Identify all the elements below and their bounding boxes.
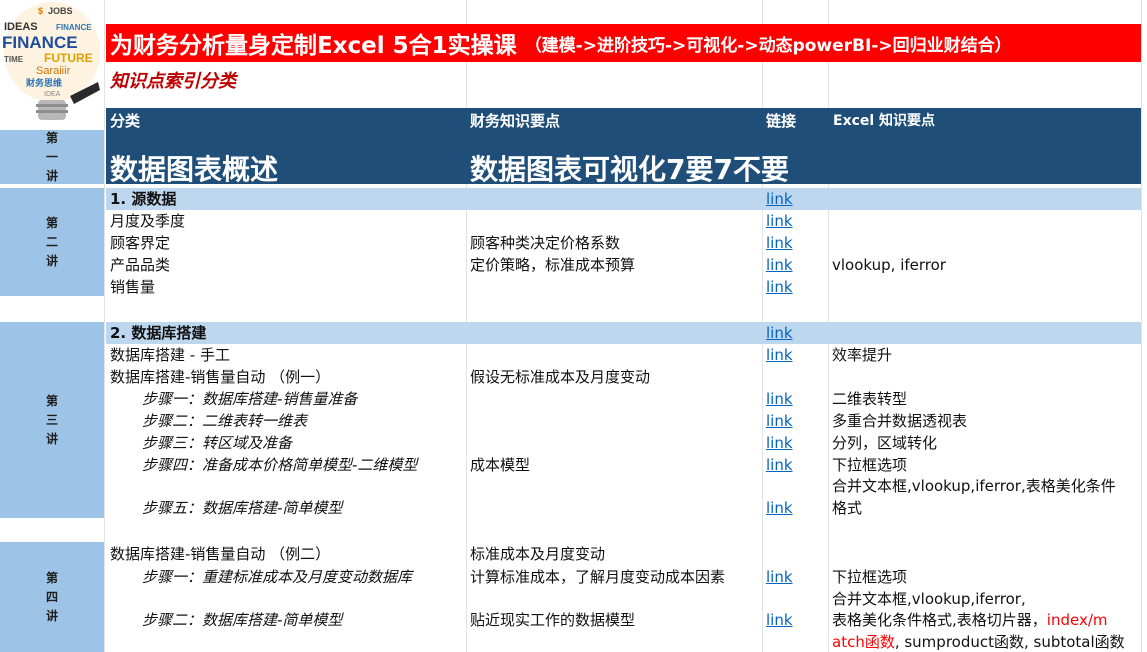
row-link[interactable]: link bbox=[766, 610, 793, 630]
svg-text:IDEA: IDEA bbox=[44, 91, 61, 98]
step-item: 步骤四：准备成本价格简单模型-二维模型 bbox=[142, 456, 418, 474]
section-title: 2. 数据库搭建 bbox=[110, 324, 207, 342]
section-title: 1. 源数据 bbox=[110, 190, 177, 208]
lecture-1-label: 第一讲 bbox=[0, 130, 104, 184]
list-item: 数据库搭建-销售量自动 （例一） bbox=[110, 368, 331, 386]
lecture-3-label: 第三讲 bbox=[0, 322, 104, 518]
lightbulb-word-cloud-icon: $ JOBS IDEAS FINANCE FINANCE TIME FUTURE… bbox=[2, 2, 100, 120]
finance-point: 成本模型 bbox=[470, 456, 531, 474]
section-link[interactable]: link bbox=[766, 323, 793, 343]
row-link[interactable]: link bbox=[766, 255, 793, 275]
list-item: 销售量 bbox=[110, 278, 156, 296]
finance-point: 计算标准成本，了解月度变动成本因素 bbox=[470, 568, 726, 586]
row-link[interactable]: link bbox=[766, 411, 793, 431]
row-link[interactable]: link bbox=[766, 233, 793, 253]
step-item: 步骤二：二维表转一维表 bbox=[142, 412, 308, 430]
grid-line bbox=[104, 0, 105, 652]
list-item: 数据库搭建-销售量自动 （例二） bbox=[110, 545, 331, 563]
header-category: 分类 bbox=[110, 112, 141, 130]
svg-text:财务思维: 财务思维 bbox=[25, 77, 62, 89]
table-header: 分类 财务知识要点 链接 Excel 知识要点 bbox=[106, 108, 1141, 130]
course-title: 为财务分析量身定制Excel 5合1实操课 bbox=[110, 33, 517, 59]
step-item: 步骤一：重建标准成本及月度变动数据库 bbox=[142, 568, 413, 586]
excel-point: 效率提升 bbox=[832, 346, 893, 364]
step-item: 步骤二：数据库搭建-简单模型 bbox=[142, 611, 343, 629]
svg-text:$: $ bbox=[38, 6, 43, 16]
lecture-1-finance: 数据图表可视化7要7不要 bbox=[470, 153, 789, 186]
svg-text:TIME: TIME bbox=[4, 55, 24, 64]
course-modules: （建模->进阶技巧->可视化->动态powerBI->回归业财结合） bbox=[524, 35, 1012, 56]
excel-point: vlookup, iferror bbox=[832, 256, 946, 274]
row-link[interactable]: link bbox=[766, 567, 793, 587]
svg-text:JOBS: JOBS bbox=[48, 6, 73, 16]
lecture-4-label: 第四讲 bbox=[0, 542, 104, 652]
grid-line bbox=[1141, 0, 1142, 652]
excel-point: 多重合并数据透视表 bbox=[832, 412, 968, 430]
section-link[interactable]: link bbox=[766, 189, 793, 209]
row-link[interactable]: link bbox=[766, 345, 793, 365]
header-finance: 财务知识要点 bbox=[470, 112, 561, 130]
lecture-1-row: 数据图表概述 数据图表可视化7要7不要 bbox=[106, 130, 1141, 186]
excel-point-highlight: index/m bbox=[1046, 611, 1108, 629]
row-link[interactable]: link bbox=[766, 498, 793, 518]
row-link[interactable]: link bbox=[766, 455, 793, 475]
lecture-2-label: 第二讲 bbox=[0, 188, 104, 296]
row-link[interactable]: link bbox=[766, 277, 793, 297]
excel-point: 分列，区域转化 bbox=[832, 434, 938, 452]
excel-point: 格式 bbox=[832, 499, 863, 517]
excel-point-highlight: atch函数 bbox=[832, 633, 895, 651]
excel-point: 二维表转型 bbox=[832, 390, 908, 408]
excel-point: 下拉框选项 bbox=[832, 568, 908, 586]
index-subtitle: 知识点索引分类 bbox=[110, 71, 236, 92]
row-link[interactable]: link bbox=[766, 389, 793, 409]
excel-point: 表格美化条件格式,表格切片器，index/m bbox=[832, 611, 1108, 629]
finance-point: 标准成本及月度变动 bbox=[470, 545, 606, 563]
finance-logo: $ JOBS IDEAS FINANCE FINANCE TIME FUTURE… bbox=[0, 0, 104, 128]
excel-point: atch函数, sumproduct函数, subtotal函数 bbox=[832, 633, 1125, 651]
finance-point: 假设无标准成本及月度变动 bbox=[470, 368, 651, 386]
step-item: 步骤五：数据库搭建-简单模型 bbox=[142, 499, 343, 517]
header-excel: Excel 知识要点 bbox=[833, 113, 936, 129]
svg-text:Saraiiir: Saraiiir bbox=[36, 65, 71, 77]
section-source-data bbox=[106, 188, 1141, 210]
excel-point: 下拉框选项 bbox=[832, 456, 908, 474]
step-item: 步骤三：转区域及准备 bbox=[142, 434, 293, 452]
finance-point: 顾客种类决定价格系数 bbox=[470, 234, 621, 252]
row-link[interactable]: link bbox=[766, 433, 793, 453]
list-item: 数据库搭建 - 手工 bbox=[110, 346, 230, 364]
svg-text:FUTURE: FUTURE bbox=[44, 51, 93, 65]
list-item: 产品品类 bbox=[110, 256, 171, 274]
finance-point: 定价策略，标准成本预算 bbox=[470, 256, 636, 274]
finance-point: 贴近现实工作的数据模型 bbox=[470, 611, 636, 629]
svg-text:FINANCE: FINANCE bbox=[2, 33, 78, 52]
excel-point: 合并文本框,vlookup,iferror, bbox=[832, 590, 1026, 608]
step-item: 步骤一：数据库搭建-销售量准备 bbox=[142, 390, 358, 408]
row-link[interactable]: link bbox=[766, 211, 793, 231]
header-link: 链接 bbox=[766, 112, 797, 130]
section-database bbox=[106, 322, 1141, 344]
svg-text:FINANCE: FINANCE bbox=[56, 23, 92, 32]
list-item: 月度及季度 bbox=[110, 212, 186, 230]
course-title-banner: 为财务分析量身定制Excel 5合1实操课 （建模->进阶技巧->可视化->动态… bbox=[106, 24, 1141, 62]
svg-text:IDEAS: IDEAS bbox=[4, 21, 38, 33]
list-item: 顾客界定 bbox=[110, 234, 171, 252]
excel-point: 合并文本框,vlookup,iferror,表格美化条件 bbox=[832, 477, 1116, 495]
lecture-1-title: 数据图表概述 bbox=[110, 153, 279, 186]
